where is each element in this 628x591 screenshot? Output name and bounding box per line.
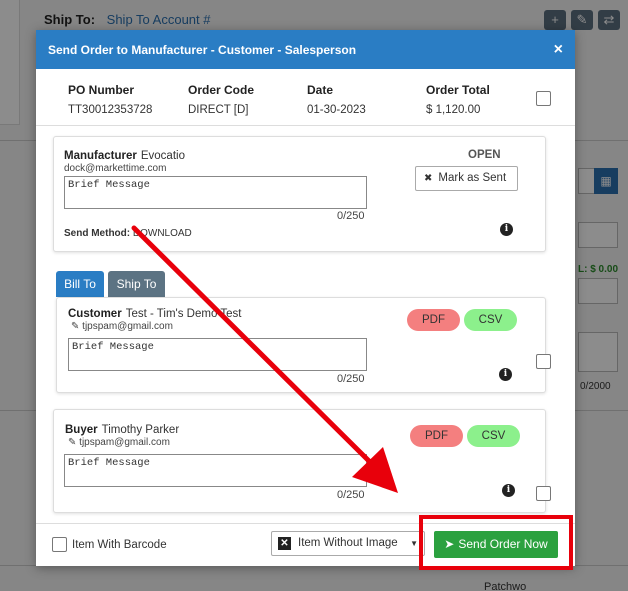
buyer-checkbox[interactable] (536, 486, 551, 501)
recipients-scroll-area[interactable]: Manufacturer Evocatio dock@markettime.com… (36, 127, 575, 523)
modal-header: Send Order to Manufacturer - Customer - … (36, 30, 575, 69)
order-status: OPEN (468, 149, 501, 161)
customer-message-input[interactable]: Brief Message (68, 338, 367, 371)
caret-down-icon: ▼ (410, 539, 418, 548)
customer-heading: Customer Test - Tim's Demo Test (68, 306, 241, 320)
manufacturer-email: dock@markettime.com (64, 163, 167, 174)
info-icon[interactable]: i (502, 484, 515, 497)
tab-ship-to[interactable]: Ship To (108, 271, 165, 297)
buyer-name: Timothy Parker (101, 424, 180, 436)
buyer-message-input[interactable]: Brief Message (64, 454, 367, 487)
buyer-email-text: tjpspam@gmail.com (79, 437, 170, 448)
buyer-char-count: 0/250 (337, 489, 365, 501)
item-without-image-select[interactable]: ✕ Item Without Image ▼ (271, 531, 425, 556)
date-value: 01-30-2023 (307, 104, 366, 116)
order-total-label: Order Total (426, 83, 490, 97)
customer-char-count: 0/250 (337, 373, 365, 385)
item-with-barcode-checkbox[interactable] (52, 537, 67, 552)
buyer-pdf-button[interactable]: PDF (410, 425, 463, 447)
buyer-label: Buyer (65, 424, 98, 436)
send-method: Send Method: DOWNLOAD (64, 228, 192, 239)
manufacturer-char-count: 0/250 (337, 210, 365, 222)
customer-email-text: tjpspam@gmail.com (82, 321, 173, 332)
item-with-barcode-label: Item With Barcode (72, 539, 167, 551)
customer-name: Test - Tim's Demo Test (125, 308, 242, 320)
customer-csv-button[interactable]: CSV (464, 309, 517, 331)
paper-plane-icon: ➤ (444, 537, 455, 551)
mark-as-sent-button[interactable]: ✖ Mark as Sent (415, 166, 518, 191)
po-number-value: TT30012353728 (68, 104, 153, 116)
info-icon[interactable]: i (500, 223, 513, 236)
send-order-now-label: Send Order Now (458, 537, 548, 551)
send-order-now-button[interactable]: ➤ Send Order Now (434, 531, 558, 558)
manufacturer-label: Manufacturer (64, 150, 137, 162)
date-label: Date (307, 83, 334, 97)
close-box-icon: ✕ (278, 537, 291, 550)
buyer-card: Buyer Timothy Parker ✎ tjpspam@gmail.com … (53, 409, 546, 513)
customer-label: Customer (68, 308, 122, 320)
buyer-email: ✎ tjpspam@gmail.com (68, 437, 170, 448)
customer-checkbox[interactable] (536, 354, 551, 369)
order-code-label: Order Code (188, 83, 255, 97)
send-method-label: Send Method: (64, 228, 131, 239)
order-code-value: DIRECT [D] (188, 104, 249, 116)
modal-title: Send Order to Manufacturer - Customer - … (48, 42, 357, 57)
edit-icon[interactable]: ✎ (71, 321, 79, 332)
order-summary: PO Number TT30012353728 Order Code DIREC… (36, 69, 575, 126)
close-icon[interactable]: × (554, 41, 563, 59)
po-number-column: PO Number TT30012353728 (68, 83, 152, 116)
mark-as-sent-label: Mark as Sent (438, 172, 507, 184)
manufacturer-message-input[interactable]: Brief Message (64, 176, 367, 209)
customer-card: Customer Test - Tim's Demo Test ✎ tjpspam… (56, 297, 546, 393)
manufacturer-heading: Manufacturer Evocatio (64, 148, 185, 162)
order-total-value: $ 1,120.00 (426, 104, 481, 116)
send-order-modal: Send Order to Manufacturer - Customer - … (36, 30, 575, 566)
tab-bill-to[interactable]: Bill To (56, 271, 104, 297)
send-method-value: DOWNLOAD (132, 228, 192, 239)
po-number-label: PO Number (68, 83, 135, 97)
info-icon[interactable]: i (499, 368, 512, 381)
customer-pdf-button[interactable]: PDF (407, 309, 460, 331)
order-code-column: Order Code DIRECT [D] (188, 83, 254, 116)
order-total-column: Order Total $ 1,120.00 (426, 83, 490, 116)
edit-icon[interactable]: ✎ (68, 437, 76, 448)
buyer-heading: Buyer Timothy Parker (65, 422, 179, 436)
select-all-checkbox[interactable] (536, 91, 551, 106)
buyer-csv-button[interactable]: CSV (467, 425, 520, 447)
customer-email: ✎ tjpspam@gmail.com (71, 321, 173, 332)
x-icon: ✖ (424, 173, 433, 184)
manufacturer-name: Evocatio (140, 150, 185, 162)
item-without-image-label: Item Without Image (298, 537, 398, 549)
manufacturer-card: Manufacturer Evocatio dock@markettime.com… (53, 136, 546, 252)
date-column: Date 01-30-2023 (307, 83, 366, 116)
